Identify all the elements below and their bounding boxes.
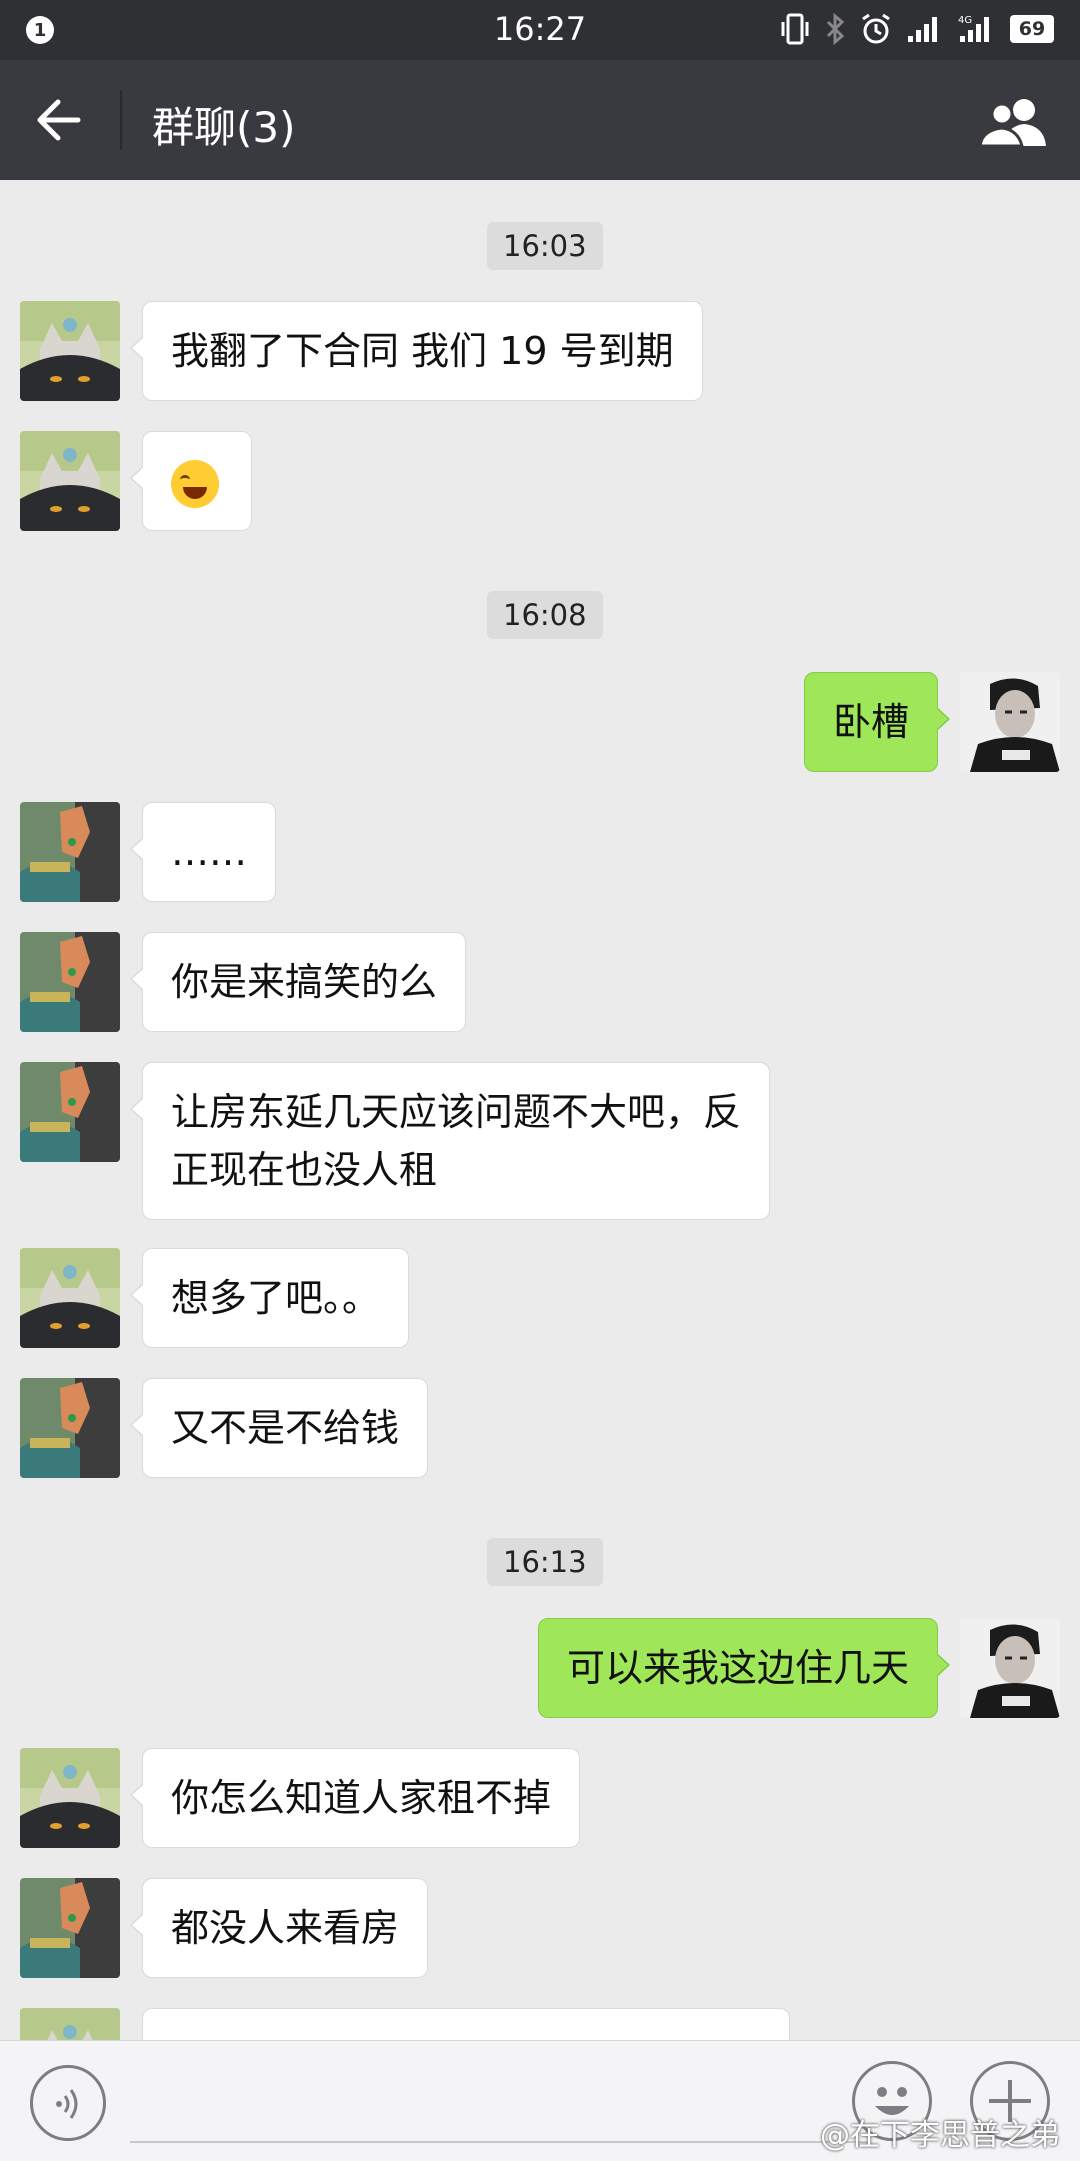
avatar-self[interactable] [960, 1618, 1060, 1718]
watermark-text: @在下李思普之弟 [820, 2118, 1060, 2153]
signal-4g-icon: 4G [958, 14, 996, 44]
message-line: 让房东延几天应该问题不大吧，反 [171, 1090, 742, 1134]
timestamp: 16:08 [487, 591, 603, 639]
avatar-cat[interactable] [20, 431, 120, 531]
avatar-cat[interactable] [20, 2008, 120, 2040]
arrow-left-icon [37, 99, 81, 141]
avatar-fox[interactable] [20, 802, 120, 902]
voice-icon [56, 2089, 78, 2119]
message-received[interactable]: 想多了吧。。 [129, 1248, 410, 1348]
avatar-fox[interactable] [20, 1378, 120, 1478]
group-members-icon [978, 99, 1046, 148]
message-received[interactable]: 你怎么知道人家租不掉 [129, 1748, 581, 1848]
message-received[interactable]: 我翻了下合同 我们 19 号到期 [130, 301, 703, 401]
message-input[interactable] [130, 2141, 870, 2143]
chat-title: 群聊(3) [152, 103, 296, 152]
group-members-button[interactable] [978, 96, 1050, 148]
signal-icon [906, 14, 944, 44]
message-received-partial[interactable] [142, 2008, 790, 2040]
avatar-cat[interactable] [20, 1748, 120, 1848]
title-divider [120, 90, 122, 150]
message-received[interactable]: 又不是不给钱 [129, 1378, 429, 1478]
title-bar: 群聊(3) [0, 60, 1080, 180]
battery-level: 69 [1010, 15, 1054, 43]
avatar-fox[interactable] [20, 932, 120, 1032]
vibrate-icon [780, 12, 810, 46]
message-received[interactable]: 都没人来看房 [129, 1878, 429, 1978]
back-button[interactable] [30, 92, 90, 148]
avatar-fox[interactable] [20, 1878, 120, 1978]
status-icons: 4G 69 [780, 12, 1054, 46]
message-line: 正现在也没人租 [171, 1148, 438, 1192]
alarm-icon [860, 12, 892, 46]
message-received-emoji[interactable] [130, 431, 252, 531]
message-received[interactable]: …… [130, 802, 276, 902]
voice-button[interactable] [30, 2065, 106, 2141]
rolling-laughing-emoji-icon [171, 460, 219, 508]
status-bar: 1 16:27 4G 69 [0, 0, 1080, 60]
timestamp: 16:13 [487, 1538, 603, 1586]
bluetooth-icon [824, 12, 846, 46]
chat-messages[interactable]: 16:03 我翻了下合同 我们 19 号到期 16:08 卧槽 …… 你是来搞笑… [0, 180, 1080, 2040]
message-sent[interactable]: 卧槽 [803, 672, 951, 772]
avatar-cat[interactable] [20, 301, 120, 401]
avatar-self[interactable] [960, 672, 1060, 772]
avatar-fox[interactable] [20, 1062, 120, 1162]
timestamp: 16:03 [487, 222, 603, 270]
avatar-cat[interactable] [20, 1248, 120, 1348]
message-received-multiline[interactable]: 让房东延几天应该问题不大吧，反 正现在也没人租 [129, 1062, 771, 1220]
message-sent[interactable]: 可以来我这边住几天 [537, 1618, 951, 1718]
message-received[interactable]: 你是来搞笑的么 [129, 932, 467, 1032]
svg-text:4G: 4G [958, 15, 972, 26]
